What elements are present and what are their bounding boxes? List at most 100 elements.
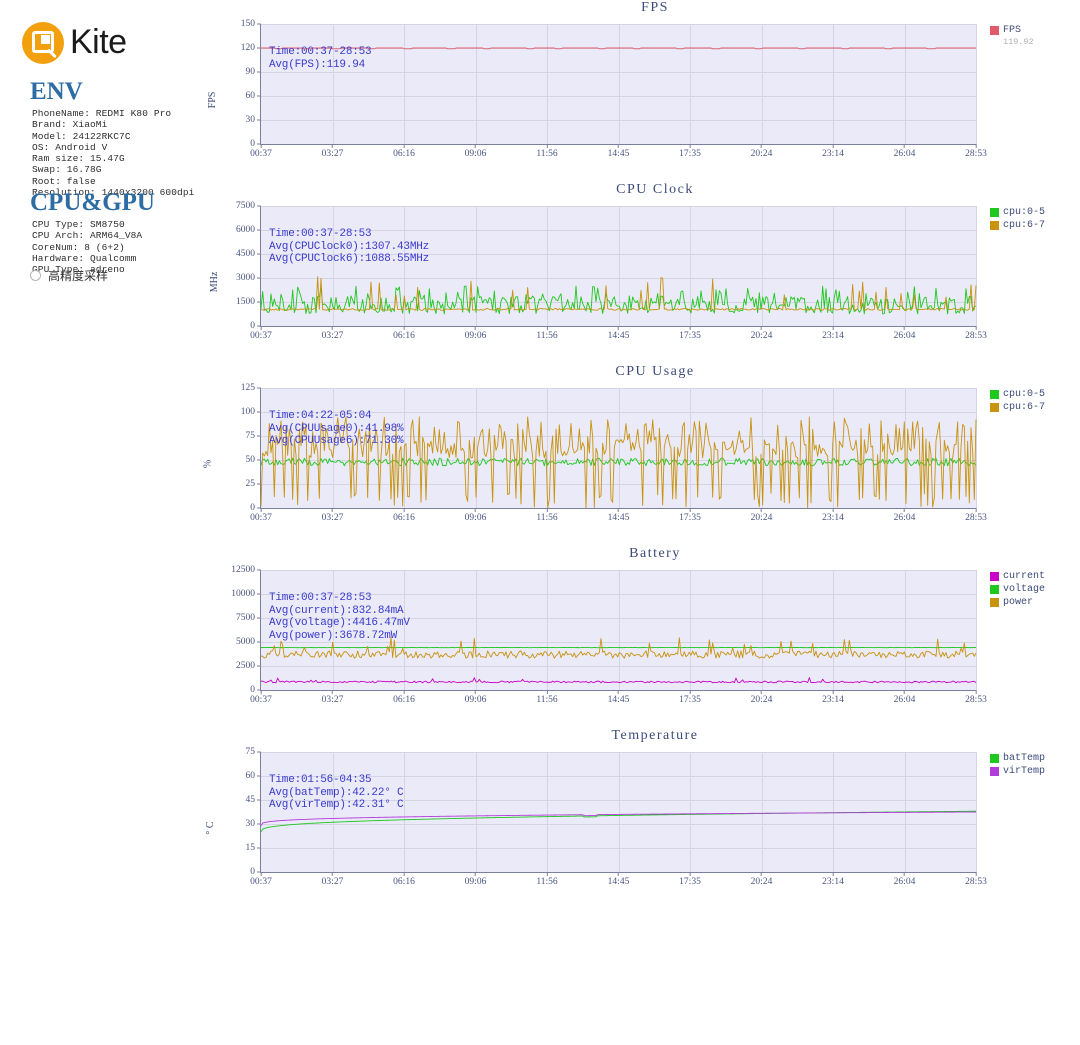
legend-item[interactable]: power — [990, 596, 1045, 609]
x-axis-tick: 00:37 — [250, 144, 272, 159]
legend-label: voltage — [1003, 584, 1046, 595]
x-axis-tick: 06:16 — [393, 326, 415, 341]
chart-title: Temperature — [611, 728, 699, 743]
x-axis-tick: 17:35 — [679, 690, 701, 705]
legend-label: cpu:0-5 — [1003, 389, 1046, 400]
high-precision-sampling-toggle[interactable]: 高精度采样 — [30, 267, 108, 284]
series-layer — [260, 276, 977, 315]
env-section: ENV PhoneName: REDMI K80 Pro Brand: XiaoM… — [30, 78, 220, 198]
plot-area: % 0 25 50 75 100 125 00:37 03:27 06:16 09:06 11:56 1… — [200, 383, 1080, 541]
x-axis-tick: 28:53 — [965, 326, 987, 341]
x-axis-tick: 11:56 — [536, 872, 557, 887]
legend-item[interactable]: cpu:0-5 — [990, 388, 1045, 401]
sidebar: Kite ENV PhoneName: REDMI K80 Pro Brand: … — [0, 0, 222, 1045]
y-axis-tick: 30 — [246, 115, 262, 125]
series-line-fps — [261, 47, 976, 50]
x-axis-tick: 14:45 — [608, 690, 630, 705]
x-axis-tick: 17:35 — [679, 872, 701, 887]
legend-label: cpu:6-7 — [1003, 220, 1046, 231]
legend-item[interactable]: current — [990, 570, 1045, 583]
high-precision-sampling-label: 高精度采样 — [48, 269, 109, 283]
x-axis-tick: 20:24 — [751, 508, 773, 523]
chart-card-fps: FPS FPS 0 30 60 90 120 150 00:37 03:27 06:16 09:06 1… — [200, 0, 1080, 182]
env-row: Swap: 16.78G — [32, 164, 102, 176]
legend-item[interactable]: batTemp — [990, 752, 1045, 765]
x-axis-tick: 17:35 — [679, 508, 701, 523]
y-axis-tick: 7500 — [236, 613, 261, 623]
legend-swatch-icon — [990, 572, 999, 581]
x-axis-tick: 09:06 — [465, 508, 487, 523]
gridline-vertical — [976, 206, 977, 326]
legend-item[interactable]: cpu:0-5 — [990, 206, 1045, 219]
x-axis-tick: 09:06 — [465, 872, 487, 887]
x-axis-tick: 11:56 — [536, 144, 557, 159]
x-axis-tick: 28:53 — [965, 144, 987, 159]
chart-legend: cpu:0-5 cpu:6-7 — [990, 206, 1045, 232]
plot-area: 0 2500 5000 7500 10000 12500 00:37 03:27 06:16 09… — [200, 565, 1080, 723]
legend-swatch-icon — [990, 390, 999, 399]
chart-title: Battery — [629, 546, 681, 561]
chart-legend: cpu:0-5 cpu:6-7 — [990, 388, 1045, 414]
gridline-vertical — [976, 24, 977, 144]
env-row: Ram size: 15.47G — [32, 153, 125, 165]
legend-label: virTemp — [1003, 766, 1046, 777]
x-axis-tick: 03:27 — [322, 690, 344, 705]
x-axis-tick: 06:16 — [393, 508, 415, 523]
chart-title: CPU Clock — [616, 182, 694, 197]
legend-label: power — [1003, 597, 1034, 608]
y-axis-label: % — [202, 459, 214, 468]
legend-label: current — [1003, 571, 1046, 582]
legend-item[interactable]: cpu:6-7 — [990, 219, 1045, 232]
x-axis-tick: 03:27 — [322, 326, 344, 341]
series-layer — [260, 637, 977, 684]
legend-swatch-icon — [990, 221, 999, 230]
x-axis-tick: 14:45 — [608, 872, 630, 887]
y-axis-tick: 60 — [246, 91, 262, 101]
chart-card-battery: Battery 0 2500 5000 7500 10000 12500 00:37 03:27… — [200, 546, 1080, 728]
x-axis-tick: 11:56 — [536, 508, 557, 523]
series-line-virtemp — [260, 811, 977, 826]
plot-canvas: 0 25 50 75 100 125 00:37 03:27 06:16 09:06 11:56 14… — [241, 383, 987, 523]
chart-card-cpu-usage: CPU Usage% 0 25 50 75 100 125 00:37 03:27 06:16 09… — [200, 364, 1080, 546]
x-axis-tick: 26:04 — [894, 144, 916, 159]
y-axis-tick: 75 — [246, 431, 262, 441]
x-axis-tick: 11:56 — [536, 326, 557, 341]
x-axis-tick: 00:37 — [250, 690, 272, 705]
chart-legend: FPS 119.92 — [990, 24, 1034, 48]
x-axis-tick: 23:14 — [822, 508, 844, 523]
x-axis-tick: 28:53 — [965, 508, 987, 523]
legend-item[interactable]: cpu:6-7 — [990, 401, 1045, 414]
legend-item[interactable]: voltage — [990, 583, 1045, 596]
plot-canvas: 0 15 30 45 60 75 00:37 03:27 06:16 09:06 11:56 14:4… — [246, 747, 987, 887]
series-layer — [261, 47, 976, 50]
x-axis-tick: 06:16 — [393, 872, 415, 887]
cpu-gpu-row: CPU Arch: ARM64_V8A — [32, 230, 143, 242]
y-axis-tick: 125 — [241, 383, 261, 393]
x-axis-tick: 09:06 — [465, 690, 487, 705]
legend-item[interactable]: virTemp — [990, 765, 1045, 778]
legend-swatch-icon — [990, 585, 999, 594]
y-axis-tick: 1500 — [236, 297, 261, 307]
legend-swatch-icon — [990, 767, 999, 776]
legend-swatch-icon — [990, 598, 999, 607]
y-axis-label: FPS — [206, 91, 218, 108]
x-axis-tick: 28:53 — [965, 872, 987, 887]
y-axis-tick: 3000 — [236, 273, 261, 283]
x-axis-tick: 26:04 — [894, 690, 916, 705]
legend-item[interactable]: FPS — [990, 24, 1034, 37]
series-layer — [260, 416, 977, 509]
env-row: Brand: XiaoMi — [32, 119, 108, 131]
plot-area: MHz 0 1500 3000 4500 6000 7500 00:37 03:27 06:16 0… — [200, 201, 1080, 359]
x-axis-tick: 26:04 — [894, 872, 916, 887]
x-axis-tick: 00:37 — [250, 326, 272, 341]
y-axis-tick: 75 — [246, 747, 262, 757]
plot-area: FPS 0 30 60 90 120 150 00:37 03:27 06:16 09:06 11:5… — [200, 19, 1080, 177]
y-axis-tick: 50 — [246, 455, 262, 465]
x-axis-tick: 09:06 — [465, 326, 487, 341]
x-axis-tick: 23:14 — [822, 326, 844, 341]
x-axis-tick: 03:27 — [322, 144, 344, 159]
radio-unchecked-icon[interactable] — [30, 270, 41, 281]
x-axis-tick: 06:16 — [393, 690, 415, 705]
x-axis-tick: 17:35 — [679, 326, 701, 341]
chart-title: FPS — [641, 0, 669, 15]
